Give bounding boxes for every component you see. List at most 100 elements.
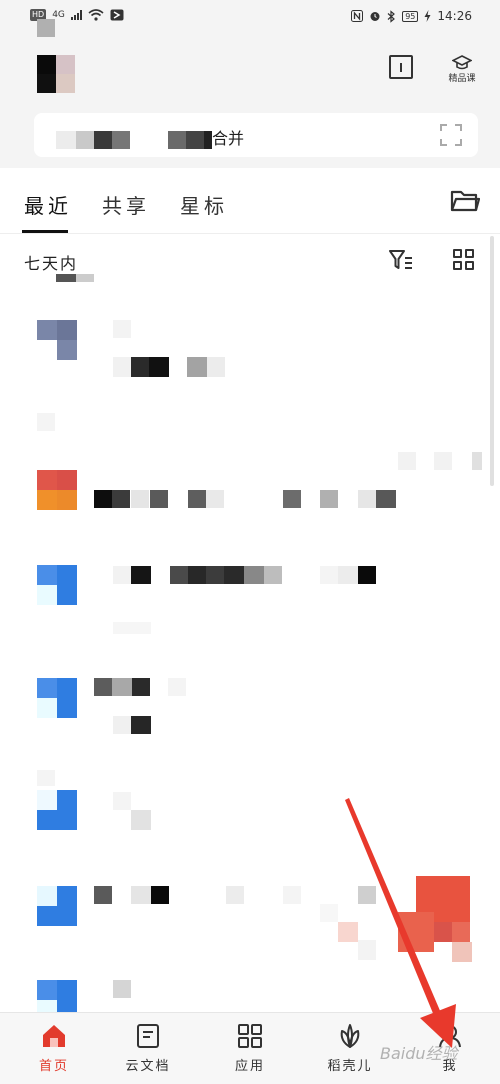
list-item[interactable] bbox=[0, 300, 486, 431]
pixelated-region bbox=[472, 452, 482, 470]
app-notification-icon bbox=[110, 9, 124, 21]
pixelated-region bbox=[206, 566, 224, 584]
bluetooth-icon bbox=[387, 9, 396, 23]
pixelated-region bbox=[151, 886, 169, 904]
pixelated-region bbox=[112, 131, 130, 149]
pixelated-region bbox=[358, 886, 376, 904]
pixelated-region bbox=[207, 357, 225, 377]
alarm-icon bbox=[370, 12, 380, 21]
course-label: 精品课 bbox=[448, 73, 476, 84]
tab-recent[interactable]: 最近 bbox=[24, 190, 72, 219]
pixelated-region bbox=[376, 490, 396, 508]
file-icon bbox=[37, 980, 77, 1012]
pixelated-region bbox=[76, 131, 94, 149]
tab-bar: 最近 共享 星标 bbox=[0, 168, 500, 234]
leaf-icon bbox=[340, 1024, 360, 1048]
nav-label: 首页 bbox=[38, 1059, 69, 1074]
scrollbar[interactable] bbox=[490, 236, 494, 486]
status-bar: HD 4G 95 14:26 bbox=[0, 0, 500, 34]
nfc-icon bbox=[351, 10, 364, 22]
nav-apps[interactable]: 应用 bbox=[210, 1023, 290, 1074]
list-item[interactable] bbox=[0, 545, 486, 645]
pixelated-region bbox=[452, 922, 470, 942]
active-tab-indicator bbox=[22, 230, 68, 233]
pixelated-region bbox=[283, 886, 301, 904]
pixelated-region bbox=[188, 490, 206, 508]
pixelated-region bbox=[132, 678, 150, 696]
pixelated-region bbox=[224, 566, 244, 584]
course-button[interactable]: 精品课 bbox=[444, 52, 480, 86]
pixelated-region bbox=[113, 320, 131, 338]
home-icon bbox=[43, 1025, 65, 1047]
pixelated-region bbox=[283, 490, 301, 508]
avatar[interactable] bbox=[37, 55, 75, 93]
tab-shared[interactable]: 共享 bbox=[102, 190, 150, 219]
search-bar[interactable]: 合并 bbox=[34, 113, 478, 157]
pixelated-region bbox=[94, 131, 112, 149]
pixelated-region bbox=[37, 19, 55, 37]
pixelated-region bbox=[264, 566, 282, 584]
file-icon bbox=[37, 790, 77, 830]
filter-icon[interactable] bbox=[388, 248, 414, 272]
list-item[interactable] bbox=[0, 770, 486, 870]
pixelated-region bbox=[76, 274, 94, 282]
pixelated-region bbox=[244, 566, 264, 584]
grid-view-icon[interactable] bbox=[453, 249, 475, 271]
list-item[interactable] bbox=[0, 962, 486, 1012]
apps-grid-icon bbox=[238, 1024, 262, 1048]
pixelated-region bbox=[338, 566, 358, 584]
pixelated-region bbox=[131, 810, 151, 830]
nav-cloud-docs[interactable]: 云文档 bbox=[108, 1023, 188, 1074]
pixelated-region bbox=[131, 490, 149, 508]
charging-icon bbox=[424, 10, 431, 22]
pixelated-region bbox=[37, 413, 55, 431]
pixelated-region bbox=[112, 678, 132, 696]
list-item[interactable] bbox=[0, 866, 486, 966]
pixelated-region bbox=[131, 566, 151, 584]
tab-starred[interactable]: 星标 bbox=[180, 190, 228, 219]
file-icon bbox=[37, 565, 77, 605]
pixelated-region bbox=[338, 922, 358, 942]
pixelated-region bbox=[398, 452, 416, 470]
list-item[interactable] bbox=[0, 660, 486, 760]
pixelated-region bbox=[94, 678, 112, 696]
pixelated-region bbox=[150, 490, 168, 508]
nav-label: 稻壳儿 bbox=[327, 1059, 373, 1074]
file-icon bbox=[37, 678, 77, 718]
status-time: 14:26 bbox=[437, 9, 472, 23]
pixelated-region bbox=[113, 792, 131, 810]
pixelated-region bbox=[113, 980, 131, 998]
pixelated-region bbox=[94, 886, 112, 904]
pixelated-region bbox=[168, 678, 186, 696]
file-icon bbox=[37, 470, 77, 510]
pixelated-region bbox=[187, 357, 207, 377]
pixelated-region bbox=[170, 566, 188, 584]
nav-home[interactable]: 首页 bbox=[14, 1023, 94, 1074]
folder-icon[interactable] bbox=[450, 188, 480, 214]
pixelated-region bbox=[131, 886, 151, 904]
pixelated-region bbox=[56, 131, 76, 149]
pixelated-region bbox=[131, 357, 149, 377]
pixelated-region bbox=[204, 131, 212, 149]
pixelated-region bbox=[188, 566, 206, 584]
file-icon bbox=[37, 320, 77, 360]
scan-icon[interactable] bbox=[440, 124, 462, 146]
pixelated-region bbox=[94, 490, 112, 508]
nav-docer[interactable]: 稻壳儿 bbox=[310, 1023, 390, 1074]
nav-label: 应用 bbox=[234, 1059, 265, 1074]
watermark: Baidu经验 bbox=[380, 1044, 458, 1063]
pixelated-region bbox=[113, 622, 151, 634]
list-item[interactable] bbox=[0, 450, 486, 550]
pixelated-region bbox=[434, 922, 452, 942]
pixelated-region bbox=[358, 940, 376, 960]
pixelated-region bbox=[320, 566, 338, 584]
pixelated-region bbox=[186, 131, 204, 149]
document-icon bbox=[137, 1024, 159, 1048]
pixelated-region bbox=[113, 716, 131, 734]
pixelated-region bbox=[452, 942, 472, 962]
pixelated-region bbox=[56, 274, 76, 282]
tablet-mode-button[interactable] bbox=[389, 55, 413, 79]
pixelated-region bbox=[434, 452, 452, 470]
pixelated-region bbox=[113, 357, 131, 377]
nav-label: 云文档 bbox=[125, 1059, 171, 1074]
